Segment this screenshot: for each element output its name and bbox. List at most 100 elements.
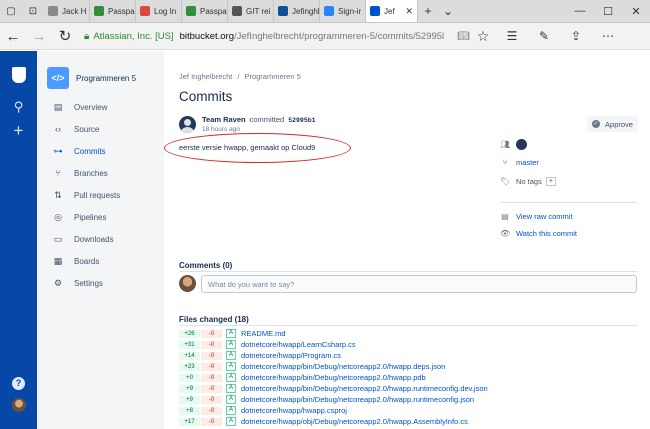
hub-menu-icon[interactable]: ☰ (496, 29, 528, 43)
lines-removed: -0 (201, 395, 222, 404)
minimize-button[interactable]: — (566, 0, 594, 22)
url-field[interactable]: 🔒︎ Atlassian, Inc. [US] bitbucket.org/Je… (84, 26, 470, 46)
file-link[interactable]: dotnetcore/hwapp/obj/Debug/netcoreapp2.0… (241, 417, 468, 426)
file-row: +8 -0 Adotnetcore/hwapp/hwapp.csproj (179, 405, 638, 416)
approve-button[interactable]: ✓ Approve (587, 116, 638, 132)
file-link[interactable]: dotnetcore/hwapp/bin/Debug/netcoreapp2.0… (241, 384, 488, 393)
help-icon[interactable]: ? (0, 374, 37, 390)
sidebar-item-commits[interactable]: ⊶ Commits (37, 140, 164, 162)
commit-author[interactable]: Team Raven (202, 115, 246, 124)
search-icon[interactable]: ⚲ (0, 99, 37, 115)
pipelines-icon: ◎ (54, 211, 62, 222)
tab-favicon (48, 6, 58, 16)
tab-preview-icon[interactable]: ▢ (0, 0, 22, 22)
sidebar-item-settings[interactable]: ⚙ Settings (37, 272, 164, 294)
tab-aside-icon[interactable]: ⊡ (22, 0, 44, 22)
branches-icon: ⑂ (55, 168, 61, 178)
commit-hash[interactable]: 52995b1 (288, 117, 315, 124)
browser-tab[interactable]: Jack H (44, 0, 90, 22)
sidebar-item-boards[interactable]: ▦ Boards (37, 250, 164, 272)
web-note-pen-icon[interactable]: ✎ (528, 29, 560, 43)
sidebar-item-pull-requests[interactable]: ⇅ Pull requests (37, 184, 164, 206)
file-link[interactable]: dotnetcore/hwapp/bin/Debug/netcoreapp2.0… (241, 362, 445, 371)
file-link[interactable]: README.md (241, 329, 286, 338)
current-user-avatar (179, 275, 196, 292)
close-tab-icon[interactable]: ✕ (405, 6, 413, 17)
browser-tab-active[interactable]: Jef ✕ (366, 0, 418, 22)
maximize-button[interactable]: ☐ (594, 0, 622, 22)
add-tag-button[interactable]: + (545, 177, 556, 186)
project-avatar-code-icon: </> (47, 67, 69, 89)
author-avatar[interactable] (179, 116, 196, 133)
comment-input[interactable] (201, 275, 637, 293)
sidebar-item-branches[interactable]: ⑂ Branches (37, 162, 164, 184)
eye-icon: 👁︎ (500, 229, 511, 238)
tags-text: No tags (516, 177, 542, 186)
breadcrumb-owner[interactable]: Jef Inghelbrecht (179, 72, 232, 81)
lines-added: +0 (179, 373, 200, 382)
lines-removed: -0 (201, 340, 222, 349)
sidebar-item-label: Branches (74, 168, 108, 178)
file-link[interactable]: dotnetcore/hwapp/bin/Debug/netcoreapp2.0… (241, 373, 426, 382)
sidebar-item-label: Source (74, 124, 100, 134)
tab-favicon (278, 6, 288, 16)
sidebar-item-pipelines[interactable]: ◎ Pipelines (37, 206, 164, 228)
tab-favicon (232, 6, 242, 16)
file-link[interactable]: dotnetcore/hwapp/hwapp.csproj (241, 406, 347, 415)
sidebar-item-label: Overview (74, 102, 108, 112)
project-header[interactable]: </> Programmeren 5 (47, 67, 136, 89)
back-arrow-icon[interactable]: ← (0, 28, 26, 45)
browser-tab-bar: ▢ ⊡ Jack H Passpa Log In Passpa GIT rei … (0, 0, 650, 23)
bitbucket-logo-icon[interactable] (0, 67, 37, 86)
watch-row: 👁︎ Watch this commit (500, 229, 577, 238)
sidebar-item-overview[interactable]: ▤ Overview (37, 96, 164, 118)
file-added-status-icon: A (226, 373, 236, 382)
lines-added: +26 (179, 329, 200, 338)
file-row: +9 -0 Adotnetcore/hwapp/bin/Debug/netcorea… (179, 394, 638, 405)
file-row: +9 -0 Adotnetcore/hwapp/bin/Debug/netcorea… (179, 383, 638, 394)
tab-favicon (94, 6, 104, 16)
sidebar-item-label: Commits (74, 146, 106, 156)
tab-list-chevron-icon[interactable]: ⌄ (438, 0, 458, 22)
file-added-status-icon: A (226, 362, 236, 371)
breadcrumb: Jef Inghelbrecht / Programmeren 5 (179, 72, 301, 81)
forward-arrow-icon[interactable]: → (26, 28, 52, 45)
user-avatar[interactable] (0, 398, 37, 415)
file-link[interactable]: dotnetcore/hwapp/Program.cs (241, 351, 341, 360)
lines-removed: -0 (201, 373, 222, 382)
new-tab-button[interactable]: + (418, 0, 438, 22)
sidebar-item-label: Boards (74, 256, 100, 266)
file-added-status-icon: A (226, 340, 236, 349)
file-added-status-icon: A (226, 351, 236, 360)
reading-view-icon[interactable]: 📖︎ (457, 31, 470, 42)
browser-tab[interactable]: Passpa (182, 0, 228, 22)
sidebar-item-label: Downloads (74, 234, 114, 244)
global-nav-bar: ⚲ + ? (0, 51, 37, 429)
watch-commit-link[interactable]: Watch this commit (516, 229, 577, 238)
file-link[interactable]: dotnetcore/hwapp/bin/Debug/netcoreapp2.0… (241, 395, 474, 404)
browser-tab[interactable]: Passpa (90, 0, 136, 22)
details-divider (500, 202, 637, 203)
browser-tab[interactable]: GIT rei (228, 0, 274, 22)
file-link[interactable]: dotnetcore/hwapp/LearnCsharp.cs (241, 340, 356, 349)
share-icon[interactable]: ⇪ (560, 29, 592, 43)
view-raw-commit-link[interactable]: View raw commit (516, 212, 573, 221)
file-added-status-icon: A (226, 395, 236, 404)
more-options-icon[interactable]: ⋯ (592, 29, 624, 43)
breadcrumb-repo[interactable]: Programmeren 5 (244, 72, 300, 81)
favorite-star-icon[interactable]: ☆ (470, 28, 496, 45)
document-icon: ▤ (501, 212, 509, 221)
participant-avatar[interactable] (516, 139, 527, 150)
commit-verb: committed (249, 115, 285, 124)
file-added-status-icon: A (226, 406, 236, 415)
gear-icon: ⚙ (53, 277, 63, 288)
browser-tab[interactable]: Log In (136, 0, 182, 22)
browser-tab[interactable]: Jefinghl (274, 0, 320, 22)
browser-tab[interactable]: Sign-ir (320, 0, 366, 22)
refresh-icon[interactable]: ↻ (52, 27, 78, 45)
create-plus-icon[interactable]: + (0, 121, 37, 141)
close-window-button[interactable]: ✕ (622, 0, 650, 22)
branch-link[interactable]: master (516, 158, 539, 167)
sidebar-item-source[interactable]: ‹› Source (37, 118, 164, 140)
sidebar-item-downloads[interactable]: ▭ Downloads (37, 228, 164, 250)
